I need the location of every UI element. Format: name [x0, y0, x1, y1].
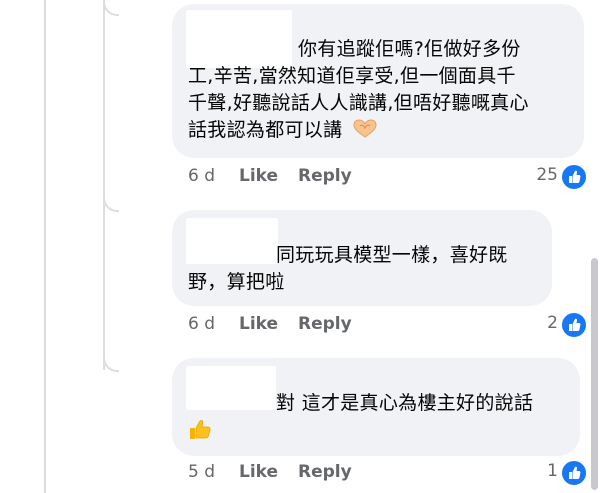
comment-text: 對 這才是真心為樓主好的說話: [188, 390, 533, 445]
timestamp[interactable]: 5 d: [188, 462, 215, 482]
reaction-count: 1: [547, 461, 558, 481]
thumbs-up-icon: [190, 420, 211, 439]
comment-line: 千聲,好聽說話人人識講,但唔好聽嘅真心: [188, 92, 529, 114]
comment-actions: 6 d Like Reply: [188, 166, 408, 188]
timestamp[interactable]: 6 d: [188, 166, 215, 186]
comment-line: [188, 417, 533, 445]
reaction-summary[interactable]: 25: [500, 163, 588, 191]
thread-line: [103, 0, 105, 370]
reply-button[interactable]: Reply: [298, 314, 352, 334]
scrollbar[interactable]: [591, 258, 598, 490]
like-button[interactable]: Like: [239, 314, 278, 334]
reaction-summary[interactable]: 2: [520, 311, 588, 339]
comment-line: 野，算把啦: [188, 271, 285, 293]
comment-line: 同玩玩具模型一樣，喜好既: [276, 244, 508, 266]
comment-line: 你有追蹤佢嗎?佢做好多份: [298, 38, 521, 60]
like-reaction-icon: [560, 163, 588, 191]
comment-line: 工,辛苦,當然知道佢享受,但一個面具千: [188, 65, 516, 87]
heart-hands-icon: [353, 119, 377, 138]
reply-button[interactable]: Reply: [298, 166, 352, 186]
reaction-summary[interactable]: 1: [520, 459, 588, 487]
thread-connector: [103, 0, 119, 16]
reaction-count: 25: [536, 165, 558, 185]
thread-connector: [103, 196, 119, 212]
timestamp[interactable]: 6 d: [188, 314, 215, 334]
reply-button[interactable]: Reply: [298, 462, 352, 482]
comment-text: 同玩玩具模型一樣，喜好既 野，算把啦: [188, 242, 508, 296]
like-reaction-icon: [560, 459, 588, 487]
like-button[interactable]: Like: [239, 462, 278, 482]
comment-actions: 6 d Like Reply: [188, 314, 408, 336]
comment-text: 你有追蹤佢嗎?佢做好多份 工,辛苦,當然知道佢享受,但一個面具千 千聲,好聽說話…: [188, 36, 529, 144]
comment-line: 對 這才是真心為樓主好的說話: [276, 392, 534, 414]
thread-connector: [103, 356, 119, 372]
thread-line: [44, 0, 46, 493]
like-reaction-icon: [560, 311, 588, 339]
comment-actions: 5 d Like Reply: [188, 462, 408, 484]
reaction-count: 2: [547, 313, 558, 333]
like-button[interactable]: Like: [239, 166, 278, 186]
comment-line: 話我認為都可以講: [188, 117, 529, 144]
